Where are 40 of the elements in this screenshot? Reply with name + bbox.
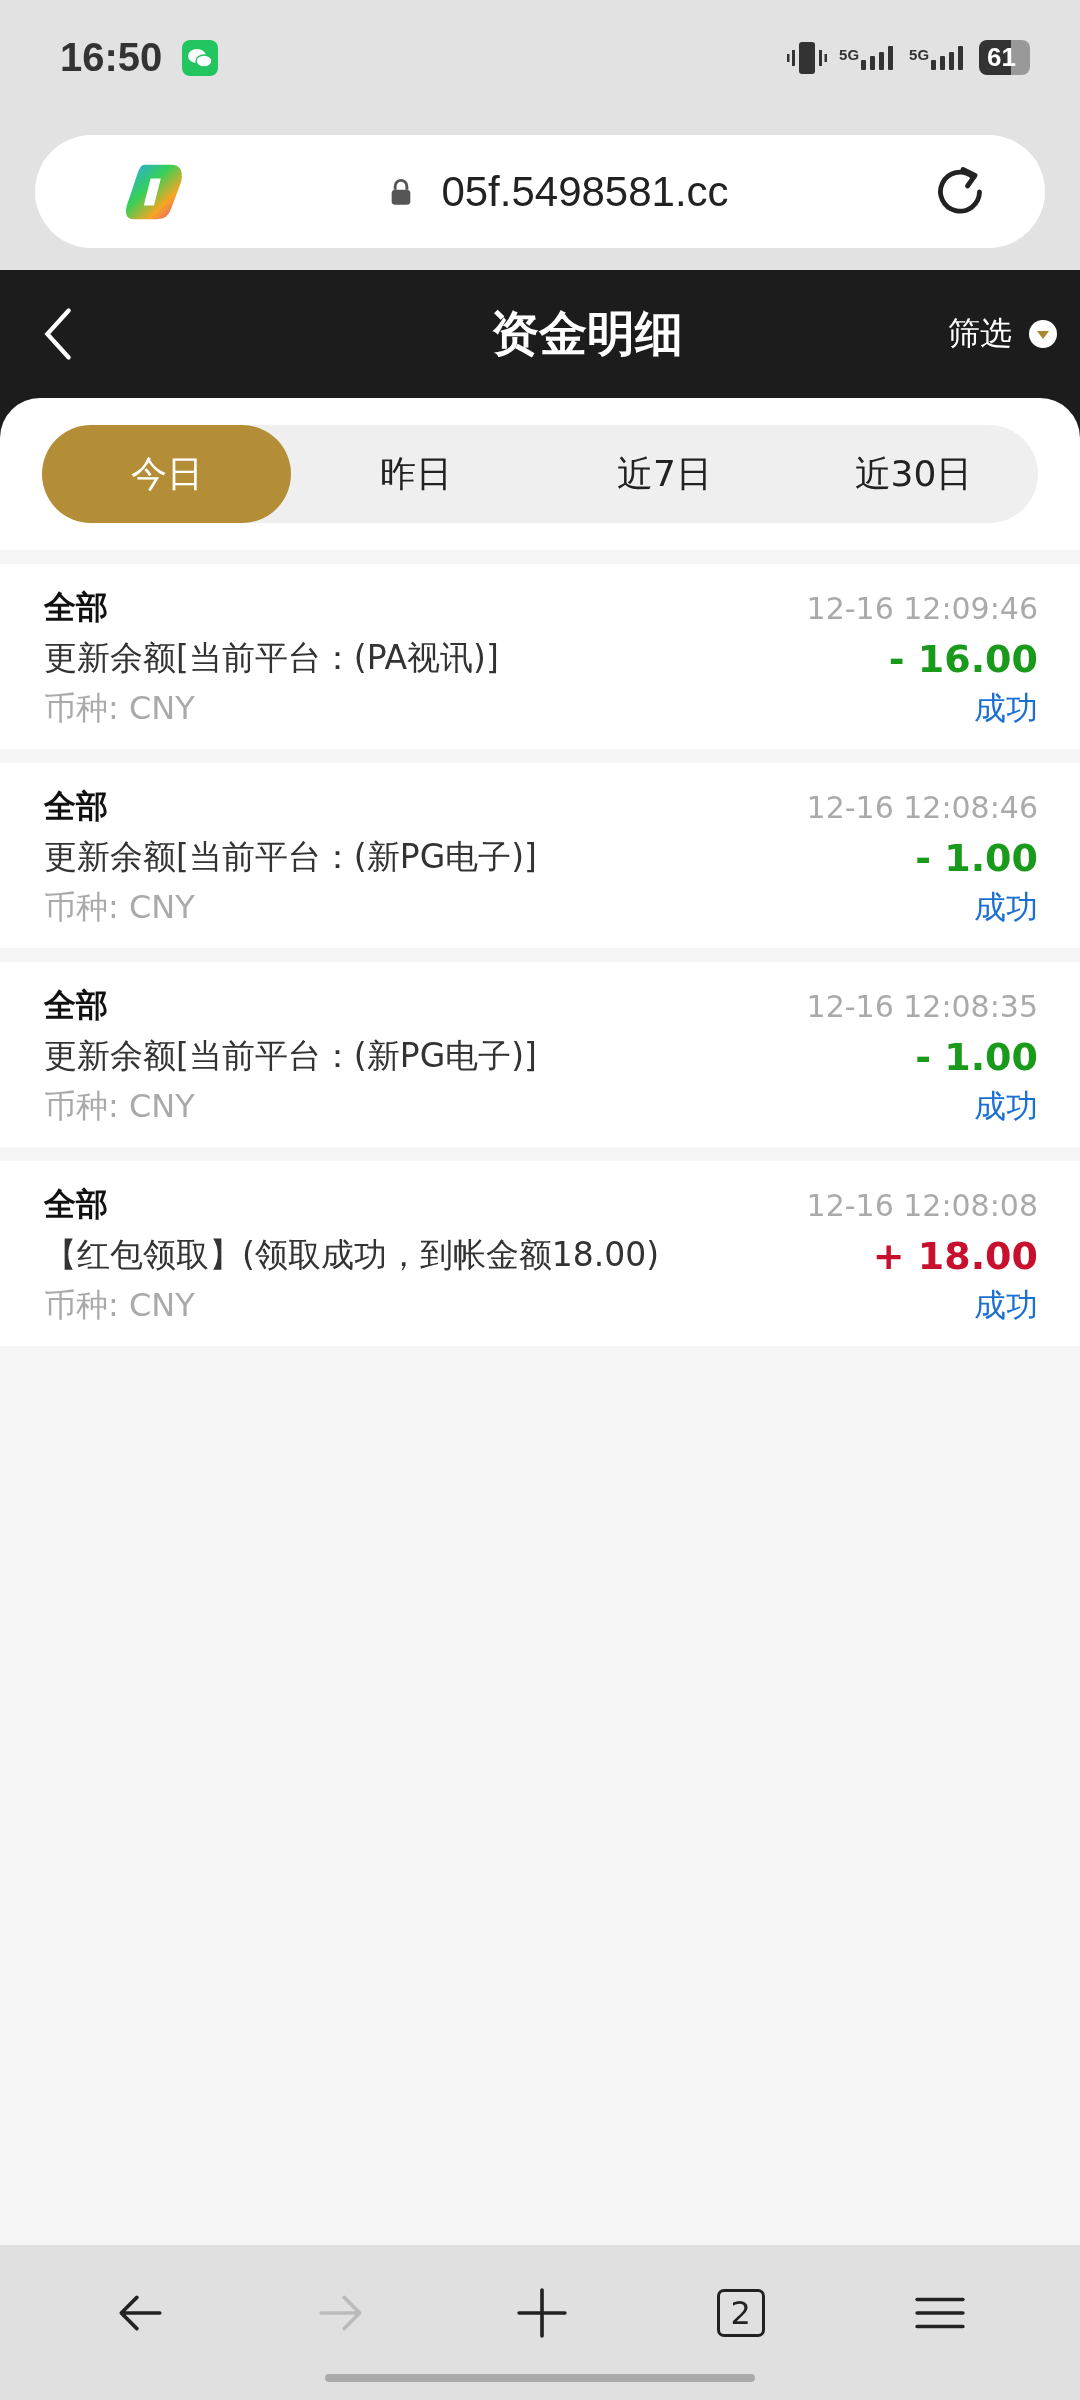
- record-time: 12-16 12:09:46: [806, 590, 1038, 626]
- record-currency: 币种: CNY: [44, 688, 195, 729]
- record-status: 成功: [974, 688, 1038, 729]
- period-tab[interactable]: 近7日: [540, 425, 789, 523]
- network-label: 5G: [839, 45, 860, 63]
- record-currency: 币种: CNY: [44, 1086, 195, 1127]
- record-category: 全部: [44, 786, 108, 827]
- record-category: 全部: [44, 985, 108, 1026]
- page-title: 资金明细: [491, 304, 683, 363]
- clock-time: 16:50: [60, 35, 163, 80]
- chat-app-icon: [182, 39, 219, 76]
- network-label: 5G: [909, 45, 930, 63]
- tab-count-button[interactable]: 2: [716, 2288, 765, 2337]
- record-amount: - 16.00: [888, 636, 1038, 681]
- record-description: 更新余额[当前平台：(新PG电子)]: [44, 1035, 537, 1077]
- record-status: 成功: [974, 1285, 1038, 1326]
- record-status: 成功: [974, 1086, 1038, 1127]
- filter-button[interactable]: 筛选: [948, 312, 1058, 356]
- record-category: 全部: [44, 587, 108, 628]
- dropdown-icon: [1028, 319, 1058, 349]
- period-tab[interactable]: 昨日: [291, 425, 540, 523]
- battery-indicator: 61: [979, 40, 1030, 75]
- record-amount: - 1.00: [915, 1034, 1038, 1079]
- record-time: 12-16 12:08:46: [806, 789, 1038, 825]
- plus-icon[interactable]: [516, 2286, 568, 2339]
- vibrate-icon: [787, 39, 828, 76]
- record-currency: 币种: CNY: [44, 887, 195, 928]
- record-currency: 币种: CNY: [44, 1285, 195, 1326]
- record-description: 【红包领取】(领取成功，到帐金额18.00): [44, 1234, 660, 1276]
- record-description: 更新余额[当前平台：(新PG电子)]: [44, 836, 537, 878]
- record-description: 更新余额[当前平台：(PA视讯)]: [44, 637, 499, 679]
- record-category: 全部: [44, 1184, 108, 1225]
- record-status: 成功: [974, 887, 1038, 928]
- record-amount: + 18.00: [872, 1233, 1038, 1278]
- record-time: 12-16 12:08:35: [806, 988, 1038, 1024]
- address-bar[interactable]: 05f.5498581.cc: [35, 135, 1045, 248]
- period-tab[interactable]: 近30日: [789, 425, 1038, 523]
- record-amount: - 1.00: [915, 835, 1038, 880]
- record-time: 12-16 12:08:08: [806, 1187, 1038, 1223]
- url-text: 05f.5498581.cc: [441, 167, 729, 216]
